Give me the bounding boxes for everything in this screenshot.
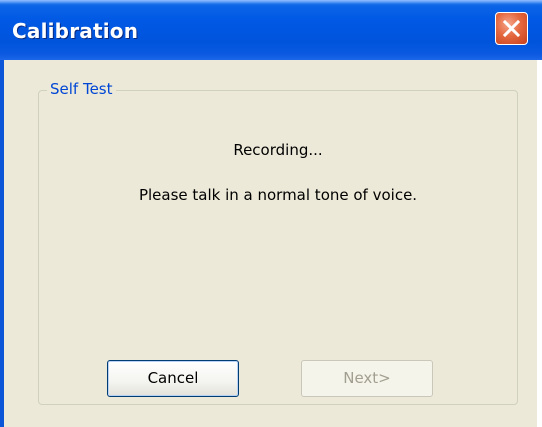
calibration-dialog: Calibration Self Test Recording... Pleas… — [0, 0, 542, 427]
window-title: Calibration — [12, 19, 139, 43]
window-frame-right — [537, 60, 542, 427]
instruction-text: Please talk in a normal tone of voice. — [138, 186, 418, 204]
next-button: Next> — [301, 360, 433, 397]
recording-status: Recording... — [233, 141, 323, 159]
dialog-client-area: Self Test Recording... Please talk in a … — [4, 60, 537, 427]
close-icon — [503, 20, 520, 37]
title-bar[interactable]: Calibration — [0, 0, 542, 61]
close-button[interactable] — [495, 12, 528, 45]
groupbox-label: Self Test — [47, 80, 116, 98]
dialog-bottom-edge — [4, 421, 537, 427]
cancel-button[interactable]: Cancel — [107, 360, 239, 397]
self-test-groupbox: Self Test Recording... Please talk in a … — [38, 80, 518, 405]
